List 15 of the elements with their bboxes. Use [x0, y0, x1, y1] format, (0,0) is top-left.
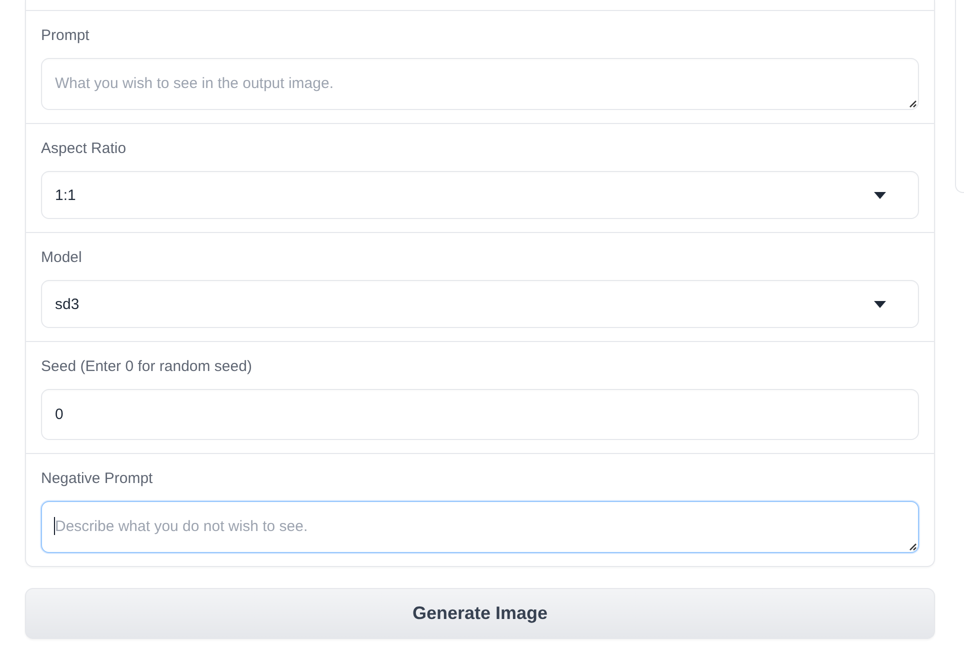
field-label: Seed (Enter 0 for random seed)	[41, 357, 252, 377]
generate-button[interactable]: Generate Image	[25, 588, 935, 639]
field-label: Prompt	[41, 26, 90, 46]
caret-icon	[874, 300, 886, 308]
resize-handle-icon[interactable]	[909, 100, 917, 108]
caret-icon	[874, 192, 886, 198]
dropdown[interactable]: 1:1	[41, 171, 919, 219]
resize-handle-icon[interactable]	[909, 543, 917, 551]
field-label: Aspect Ratio	[41, 139, 126, 159]
text-input[interactable]: 0	[41, 389, 919, 440]
text-cursor	[54, 517, 55, 535]
field-label: Model	[41, 248, 82, 268]
dropdown[interactable]: sd3	[41, 280, 919, 328]
field-label: Negative Prompt	[41, 469, 153, 489]
text-area[interactable]: Describe what you do not wish to see.	[41, 501, 919, 553]
